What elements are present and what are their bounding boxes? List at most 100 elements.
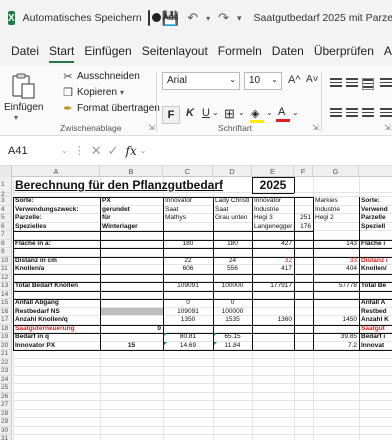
cell-h16[interactable]: Restbed (359, 308, 392, 317)
cell-g11[interactable]: 404 (313, 265, 359, 274)
align-left-icon[interactable] (330, 108, 342, 120)
cell-b4[interactable]: gerundet (100, 206, 163, 215)
autosave-toggle[interactable]: Aus (147, 10, 178, 26)
cell-h4[interactable]: Verwend (359, 206, 392, 215)
row-header-22[interactable]: 22 (0, 358, 12, 367)
row-header-15[interactable]: 15 (0, 299, 12, 308)
cell-h10[interactable]: Distanz i (359, 257, 392, 266)
paste-dropdown-icon[interactable]: ▾ (14, 113, 18, 122)
cancel-icon[interactable]: ✕ (91, 143, 102, 159)
cell-e10[interactable]: 32 (252, 257, 294, 266)
cell-h18[interactable]: Saatgut (359, 325, 392, 334)
row-header-19[interactable]: 19 (0, 333, 12, 342)
cell-b3[interactable]: PX (100, 197, 163, 206)
format-painter-button[interactable]: ✒ Format übertragen (62, 102, 159, 115)
cell-a11[interactable]: Knollen/a (13, 265, 100, 274)
cell-g19[interactable]: 39.85 (313, 333, 359, 342)
cell-b20[interactable]: 15 (100, 342, 163, 351)
borders-dropdown-icon[interactable]: ⌄ (238, 108, 245, 117)
formula-dropdown-icon[interactable]: ⌄ (140, 146, 147, 155)
cell-a20[interactable]: Innovator PX (13, 342, 100, 351)
column-header-b[interactable]: B (100, 166, 163, 177)
cell-d3[interactable]: Lady Christl (213, 197, 252, 206)
row-header-7[interactable]: 7 (0, 231, 12, 240)
cell-e4[interactable]: Industrie (252, 206, 294, 215)
align-middle-icon[interactable] (346, 78, 358, 90)
column-header-g[interactable]: G (313, 166, 359, 177)
cell-d17[interactable]: 1535 (213, 316, 252, 325)
column-header-c[interactable]: C (163, 166, 213, 177)
cell-a13[interactable]: Total Bedarf Knollen (13, 282, 100, 291)
cell-e8[interactable]: 427 (252, 240, 294, 249)
cell-h19[interactable]: Bedarf i (359, 333, 392, 342)
cell-d15[interactable]: 0 (213, 299, 252, 308)
bold-button[interactable]: F (162, 106, 180, 124)
cut-button[interactable]: ✂ Ausschneiden (62, 70, 139, 83)
cell-g8[interactable]: 143 (313, 240, 359, 249)
cell-a4[interactable]: Verwendungszweck: (13, 206, 100, 215)
row-header-12[interactable]: 12 (0, 273, 12, 282)
row-header-23[interactable]: 23 (0, 367, 12, 376)
increase-font-button[interactable]: A^ (288, 74, 301, 86)
cell-h15[interactable]: Anfall A (359, 299, 392, 308)
underline-dropdown-icon[interactable]: ⌄ (212, 108, 219, 117)
cell-f6[interactable]: 176 (294, 223, 313, 232)
row-header-13[interactable]: 13 (0, 282, 12, 291)
indent-icon[interactable] (380, 108, 392, 120)
row-header-28[interactable]: 28 (0, 409, 12, 418)
underline-button[interactable]: U (202, 107, 210, 119)
copy-button[interactable]: ❐ Kopieren ▾ (62, 86, 124, 99)
cell-c5[interactable]: Mathys (163, 214, 213, 223)
paste-button[interactable]: Einfügen (4, 102, 43, 113)
column-header-f[interactable]: F (294, 166, 313, 177)
tab-start[interactable]: Start (44, 36, 79, 66)
font-color-button[interactable]: A (276, 106, 290, 122)
cell-d20[interactable]: 11.84 (213, 342, 252, 351)
cell-c15[interactable]: 0 (163, 299, 213, 308)
cell-d10[interactable]: 24 (213, 257, 252, 266)
cell-e17[interactable]: 1360 (252, 316, 294, 325)
italic-button[interactable]: K (186, 107, 194, 119)
cell-a10[interactable]: Distanz in cm (13, 257, 100, 266)
wrap-text-icon[interactable] (380, 78, 392, 90)
cell-h11[interactable]: Knollen/ (359, 265, 392, 274)
row-header-25[interactable]: 25 (0, 384, 12, 393)
cell-h6[interactable]: Speziell (359, 223, 392, 232)
cell-d13[interactable]: 100000 (213, 282, 252, 291)
cell-a19[interactable]: Bedarf in q (13, 333, 100, 342)
undo-icon[interactable]: ↶ (187, 10, 198, 26)
borders-icon[interactable]: ⊞ (224, 106, 235, 122)
cell-g20[interactable]: 7.2 (313, 342, 359, 351)
cell-h3[interactable]: Sorte: (359, 197, 392, 206)
cell-b5[interactable]: für (100, 214, 163, 223)
insert-function-icon[interactable]: fx (126, 144, 137, 158)
cell-c11[interactable]: 606 (163, 265, 213, 274)
column-header-h[interactable] (359, 166, 392, 177)
cell-e11[interactable]: 417 (252, 265, 294, 274)
cell-g10[interactable]: 33 (313, 257, 359, 266)
select-all-corner[interactable] (0, 166, 12, 177)
cell-e3[interactable]: Innovator (252, 197, 294, 206)
row-header-16[interactable]: 16 (0, 307, 12, 316)
undo-dropdown-icon[interactable]: ▾ (206, 14, 210, 23)
cell-g3[interactable]: Markies (313, 197, 359, 206)
cell-e6[interactable]: Langenegger (252, 223, 294, 232)
cell-g5[interactable]: Hegi 2 (313, 214, 359, 223)
cell-a8[interactable]: Fläche in a: (13, 240, 100, 249)
cell-c4[interactable]: Saat (163, 206, 213, 215)
row-header-3[interactable]: 3 (0, 197, 12, 206)
cell-f5[interactable]: 251 (294, 214, 313, 223)
column-header-a[interactable]: A (13, 166, 100, 177)
fill-color-dropdown-icon[interactable]: ⌄ (266, 108, 273, 117)
cell-d5[interactable]: Grau unten (213, 214, 252, 223)
row-header-26[interactable]: 26 (0, 392, 12, 401)
font-color-dropdown-icon[interactable]: ⌄ (292, 108, 299, 117)
redo-icon[interactable]: ↷ (218, 10, 229, 26)
cell-b6[interactable]: Winterlager (100, 223, 163, 232)
cell-d4[interactable]: Saat (213, 206, 252, 215)
cell-a3[interactable]: Sorte: (13, 197, 100, 206)
row-header-29[interactable]: 29 (0, 418, 12, 427)
row-header-8[interactable]: 8 (0, 239, 12, 248)
cell-d16[interactable]: 100000 (213, 308, 252, 317)
row-header-17[interactable]: 17 (0, 316, 12, 325)
